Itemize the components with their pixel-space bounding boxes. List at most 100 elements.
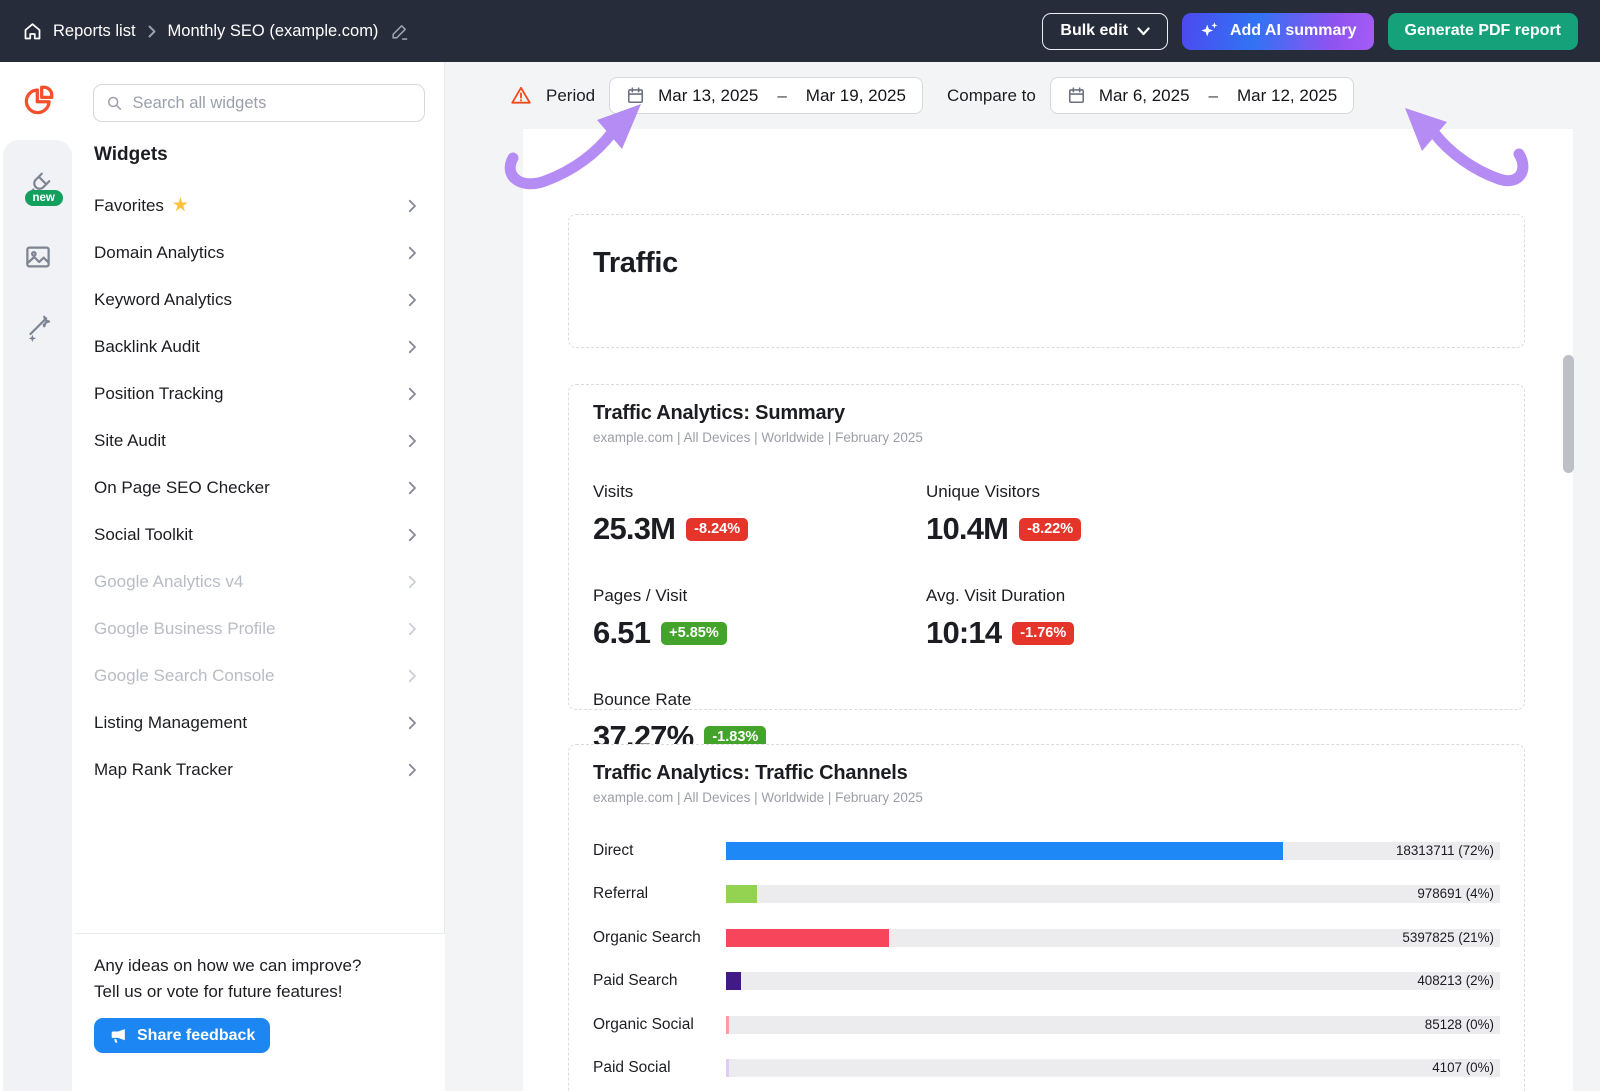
section-title: Traffic (593, 247, 1500, 280)
sidebar-item-google-analytics-v4: Google Analytics v4 ★ (75, 558, 445, 605)
channel-row: Direct 18313711 (72%) (593, 829, 1500, 873)
channel-bar-track: 408213 (2%) (726, 972, 1500, 990)
add-ai-summary-button[interactable]: Add AI summary (1182, 13, 1374, 50)
channels-chart: Direct 18313711 (72%) Referral 978691 (4… (593, 829, 1500, 1091)
channel-bar-track: 5397825 (21%) (726, 929, 1500, 947)
sidebar-item-listing-management[interactable]: Listing Management ★ (75, 699, 445, 746)
breadcrumb-reports-list: Reports list (53, 22, 136, 41)
sidebar-item-label: Favorites (94, 196, 164, 216)
metric-value: 25.3M (593, 511, 675, 547)
feedback-line1: Any ideas on how we can improve? (94, 953, 426, 979)
add-ai-summary-label: Add AI summary (1230, 22, 1357, 40)
report-page: Traffic Traffic Analytics: Summary examp… (523, 129, 1573, 1091)
channel-bar-track: 85128 (0%) (726, 1016, 1500, 1034)
magic-wand-icon[interactable] (23, 314, 53, 344)
traffic-channels-widget[interactable]: Traffic Analytics: Traffic Channels exam… (568, 744, 1525, 1091)
metric-delta-badge: +5.85% (661, 622, 727, 645)
sidebar-item-position-tracking[interactable]: Position Tracking ★ (75, 370, 445, 417)
metric: Pages / Visit 6.51 +5.85% (593, 586, 926, 651)
period-datepicker[interactable]: Mar 13, 2025 – Mar 19, 2025 (609, 77, 923, 114)
metric-label: Pages / Visit (593, 586, 926, 606)
chevron-right-icon (408, 340, 417, 354)
edit-pencil-icon[interactable] (390, 22, 409, 41)
section-title-widget[interactable]: Traffic (568, 214, 1525, 348)
metric-value: 10:14 (926, 615, 1001, 651)
channel-value: 4107 (0%) (1432, 1059, 1494, 1077)
date-separator: – (1203, 86, 1224, 106)
channel-bar-fill (726, 1016, 729, 1034)
megaphone-icon (109, 1026, 128, 1045)
channel-label: Referral (593, 885, 726, 903)
sidebar-item-site-audit[interactable]: Site Audit ★ (75, 417, 445, 464)
sidebar-item-keyword-analytics[interactable]: Keyword Analytics ★ (75, 276, 445, 323)
channel-bar-fill (726, 842, 1283, 860)
sidebar-item-label: Map Rank Tracker (94, 760, 233, 780)
channel-label: Organic Social (593, 1016, 726, 1034)
reports-logo-icon[interactable] (0, 84, 75, 118)
metric-delta-badge: -8.22% (1019, 518, 1081, 541)
sidebar-item-backlink-audit[interactable]: Backlink Audit ★ (75, 323, 445, 370)
channel-bar-fill (726, 972, 741, 990)
channel-value: 5397825 (21%) (1402, 929, 1494, 947)
metric: Unique Visitors 10.4M -8.22% (926, 482, 1259, 547)
summary-title: Traffic Analytics: Summary (593, 402, 1500, 425)
new-badge: new (25, 190, 63, 206)
compare-datepicker[interactable]: Mar 6, 2025 – Mar 12, 2025 (1050, 77, 1354, 114)
sidebar-item-label: Domain Analytics (94, 243, 224, 263)
sidebar-item-on-page-seo-checker[interactable]: On Page SEO Checker ★ (75, 464, 445, 511)
favorites-star-icon: ★ (172, 196, 189, 215)
channel-label: Paid Social (593, 1059, 726, 1077)
feedback-line2: Tell us or vote for future features! (94, 979, 426, 1005)
calendar-icon (1067, 86, 1086, 105)
compare-to-label: Compare to (947, 86, 1036, 106)
main-area: Period Mar 13, 2025 – Mar 19, 2025 Compa… (445, 62, 1600, 1091)
share-feedback-button[interactable]: Share feedback (94, 1018, 270, 1053)
integrations-plug-icon[interactable]: new (23, 170, 53, 200)
report-title: Monthly SEO (example.com) (168, 22, 379, 41)
sidebar-item-google-search-console: Google Search Console ★ (75, 652, 445, 699)
calendar-icon (626, 86, 645, 105)
channel-bar-track: 978691 (4%) (726, 885, 1500, 903)
sparkles-icon (1199, 20, 1221, 42)
chevron-right-icon (408, 575, 417, 589)
period-end-date: Mar 19, 2025 (806, 86, 906, 106)
share-feedback-label: Share feedback (137, 1027, 255, 1045)
vertical-scrollbar-thumb[interactable] (1563, 355, 1574, 473)
sidebar-item-label: Site Audit (94, 431, 166, 451)
generate-pdf-button[interactable]: Generate PDF report (1388, 13, 1578, 50)
metric-value: 6.51 (593, 615, 650, 651)
sidebar-item-label: Listing Management (94, 713, 247, 733)
metric-value: 10.4M (926, 511, 1008, 547)
channel-value: 408213 (2%) (1417, 972, 1494, 990)
sidebar-item-social-toolkit[interactable]: Social Toolkit ★ (75, 511, 445, 558)
chevron-right-icon (408, 481, 417, 495)
sidebar-item-favorites[interactable]: Favorites ★ (75, 182, 445, 229)
channel-label: Direct (593, 842, 726, 860)
channel-bar-fill (726, 885, 757, 903)
summary-subtitle: example.com | All Devices | Worldwide | … (593, 430, 1500, 445)
images-icon[interactable] (23, 242, 53, 272)
widget-search[interactable] (93, 84, 425, 122)
channel-row: Referral 978691 (4%) (593, 873, 1500, 917)
traffic-summary-widget[interactable]: Traffic Analytics: Summary example.com |… (568, 384, 1525, 710)
channel-bar-track: 4107 (0%) (726, 1059, 1500, 1077)
bulk-edit-button[interactable]: Bulk edit (1042, 13, 1168, 50)
sidebar-item-label: Google Analytics v4 (94, 572, 243, 592)
compare-end-date: Mar 12, 2025 (1237, 86, 1337, 106)
widgets-list: Favorites ★ Domain Analytics ★ Keyword A… (75, 182, 445, 793)
chevron-right-icon (408, 387, 417, 401)
metric-delta-badge: -1.76% (1012, 622, 1074, 645)
search-input[interactable] (132, 94, 412, 113)
metric-label: Bounce Rate (593, 690, 926, 710)
channel-value: 978691 (4%) (1417, 885, 1494, 903)
sidebar-item-map-rank-tracker[interactable]: Map Rank Tracker ★ (75, 746, 445, 793)
sidebar-item-label: Keyword Analytics (94, 290, 232, 310)
chevron-right-icon (408, 293, 417, 307)
sidebar-item-domain-analytics[interactable]: Domain Analytics ★ (75, 229, 445, 276)
reports-list-link[interactable]: Reports list (22, 21, 136, 42)
summary-metrics: Visits 25.3M -8.24% Unique Visitors 10.4… (593, 482, 1500, 755)
warning-icon (510, 85, 532, 106)
period-toolbar: Period Mar 13, 2025 – Mar 19, 2025 Compa… (510, 77, 1354, 114)
channel-row: Paid Social 4107 (0%) (593, 1047, 1500, 1091)
metric-label: Avg. Visit Duration (926, 586, 1259, 606)
